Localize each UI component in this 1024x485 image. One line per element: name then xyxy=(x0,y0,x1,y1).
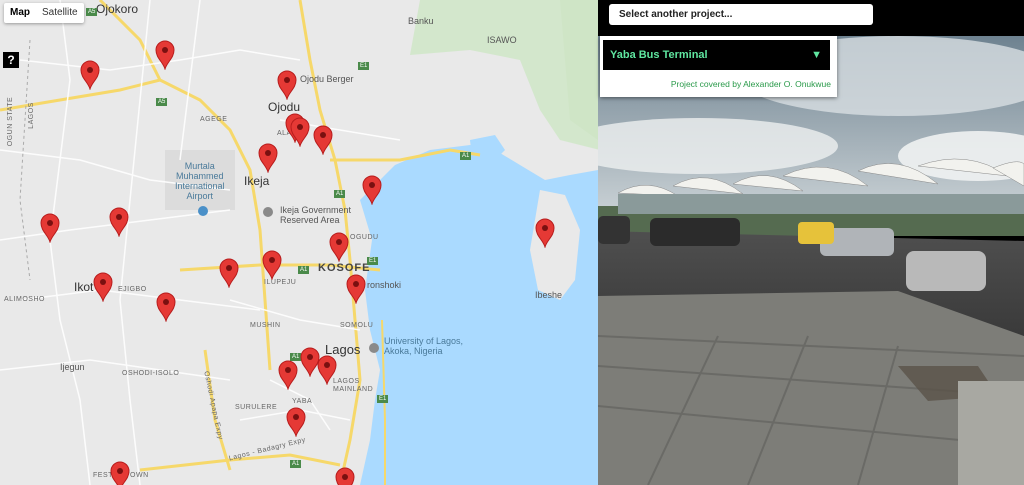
map-marker-icon[interactable] xyxy=(261,250,283,281)
map-marker-icon[interactable] xyxy=(92,272,114,303)
map-marker-icon[interactable] xyxy=(361,175,383,206)
map-marker-icon[interactable] xyxy=(277,360,299,391)
map-label: OSHODI-ISOLO xyxy=(122,370,180,377)
top-bar: Select another project... xyxy=(598,0,1024,36)
map-label: OGUDU xyxy=(350,234,379,241)
map-label: LAGOS xyxy=(27,102,35,129)
map-label: MUSHIN xyxy=(250,322,281,329)
map-label: Ojodu Berger xyxy=(300,74,354,84)
map-label: ronshoki xyxy=(367,280,402,290)
project-title: Yaba Bus Terminal xyxy=(610,49,708,61)
map-marker-icon[interactable] xyxy=(39,213,61,244)
satellite-tab[interactable]: Satellite xyxy=(36,3,84,23)
map-tab[interactable]: Map xyxy=(4,3,36,23)
map-label: SOMOLU xyxy=(340,322,374,329)
dropdown-arrow-icon: ▼ xyxy=(811,49,822,61)
road-shield: E1 xyxy=(377,395,389,403)
road-shield: A1 xyxy=(290,460,302,468)
project-card: Yaba Bus Terminal ▼ Project covered by A… xyxy=(600,36,837,97)
map-label: Ojokoro xyxy=(96,2,139,16)
road-shield: E1 xyxy=(367,257,379,265)
map-marker-icon[interactable] xyxy=(155,292,177,323)
map-label: Ikot xyxy=(74,280,94,294)
map-marker-icon[interactable] xyxy=(328,232,350,263)
map-label: Murtala Muhammed International Airport xyxy=(175,161,225,201)
map-marker-icon[interactable] xyxy=(334,467,356,485)
road-shield: E1 xyxy=(358,62,370,70)
help-button[interactable]: ? xyxy=(3,52,19,68)
map-label: OGUN STATE xyxy=(7,96,15,147)
map-type-control: Map Satellite xyxy=(4,3,84,23)
map-marker-icon[interactable] xyxy=(79,60,101,91)
map-marker-icon[interactable] xyxy=(289,117,311,148)
map-marker-icon[interactable] xyxy=(109,461,131,485)
map-label: Ikeja xyxy=(244,174,270,188)
map-marker-icon[interactable] xyxy=(312,125,334,156)
map-label: ILUPEJU xyxy=(264,279,297,286)
map-label: Ojodu xyxy=(268,100,301,114)
map-label: LAGOS MAINLAND xyxy=(333,378,374,393)
road-shield: A1 xyxy=(460,152,472,160)
map-marker-icon[interactable] xyxy=(285,407,307,438)
map-marker-icon[interactable] xyxy=(316,355,338,386)
map-label: AGEGE xyxy=(200,116,228,123)
map-marker-icon[interactable] xyxy=(154,40,176,71)
map-label: KOSOFE xyxy=(318,262,371,274)
road-shield: A1 xyxy=(298,266,310,274)
map-marker-icon[interactable] xyxy=(276,70,298,101)
map-label: EJIGBO xyxy=(118,286,147,293)
map-label: Banku xyxy=(408,16,434,26)
map-marker-icon[interactable] xyxy=(218,258,240,289)
project-dropdown[interactable]: Yaba Bus Terminal ▼ xyxy=(603,40,830,70)
road-shield: A5 xyxy=(86,8,98,16)
street-view-image xyxy=(598,36,1024,485)
select-project-button[interactable]: Select another project... xyxy=(609,4,873,25)
map-label: ISAWO xyxy=(487,35,517,45)
project-credit: Project covered by Alexander O. Onukwue xyxy=(670,79,831,89)
map-label: YABA xyxy=(292,398,313,405)
map-label: Ikeja Government Reserved Area xyxy=(280,205,352,225)
map-marker-icon[interactable] xyxy=(108,207,130,238)
street-view-panel[interactable]: Select another project... Yaba Bus Termi… xyxy=(598,0,1024,485)
map-panel[interactable]: Map Satellite ? Ojokoro Banku ISAWO Ojod… xyxy=(0,0,598,485)
map-label: Ijegun xyxy=(60,362,85,372)
map-label: University of Lagos, Akoka, Nigeria xyxy=(384,336,464,356)
map-label: SURULERE xyxy=(235,404,278,411)
street-view-photo[interactable] xyxy=(598,36,1024,485)
map-marker-icon[interactable] xyxy=(534,218,556,249)
map-label: ALIMOSHO xyxy=(4,296,45,303)
map-marker-icon[interactable] xyxy=(257,143,279,174)
map-marker-icon[interactable] xyxy=(345,274,367,305)
road-shield: A1 xyxy=(334,190,346,198)
road-shield: A5 xyxy=(156,98,168,106)
map-label: Ibeshe xyxy=(535,290,563,300)
